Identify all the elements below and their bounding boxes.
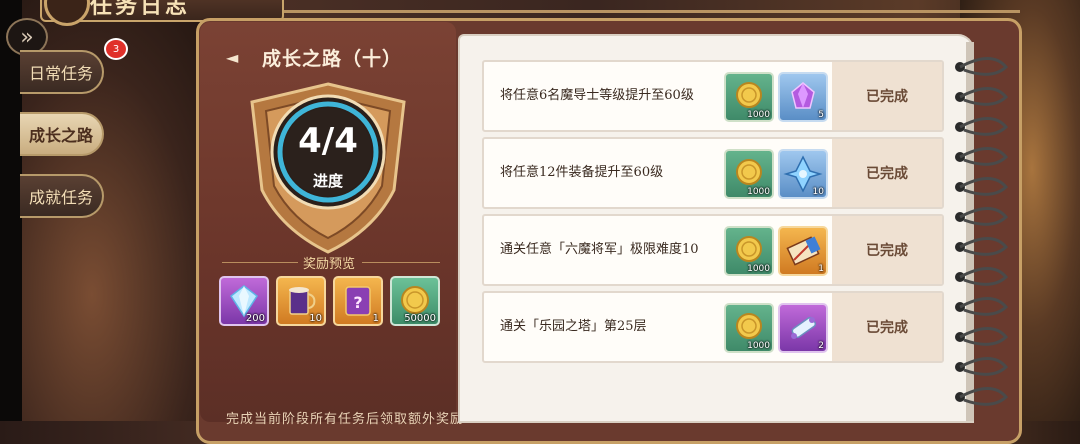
reward-count: 1 bbox=[372, 313, 379, 324]
task-reward-item[interactable]: 1000 bbox=[724, 226, 774, 276]
task-row: 将任意12件装备提升至60级 1000 10 已完成 bbox=[482, 137, 944, 209]
reward-count: 1 bbox=[818, 264, 824, 274]
binder-ring-icon bbox=[955, 387, 1009, 406]
reward-count: 5 bbox=[818, 110, 824, 120]
task-reward-item[interactable]: 1000 bbox=[724, 303, 774, 353]
task-status: 已完成 bbox=[832, 139, 942, 207]
reward-count: 10 bbox=[309, 313, 322, 324]
tab-label: 成就任务 bbox=[28, 188, 93, 207]
progress-label: 进度 bbox=[312, 172, 343, 190]
reward-count: 10 bbox=[812, 187, 824, 197]
task-description: 将任意6名魔导士等级提升至60级 bbox=[500, 88, 694, 103]
task-description: 将任意12件装备提升至60级 bbox=[500, 165, 664, 180]
footer-hint: 完成当前阶段所有任务后领取额外奖励 bbox=[226, 412, 465, 427]
task-status: 已完成 bbox=[832, 216, 942, 284]
task-reward-item[interactable]: 5 bbox=[778, 72, 828, 122]
progress-shield bbox=[250, 82, 406, 254]
reward-count: 1000 bbox=[747, 264, 770, 274]
back-arrow-icon[interactable]: ◄ bbox=[226, 48, 238, 67]
binder-ring-icon bbox=[955, 117, 1009, 136]
reward-item[interactable]: 50000 bbox=[390, 276, 440, 326]
tab-growth-road[interactable]: 成长之路 bbox=[20, 112, 104, 156]
tab-daily-tasks[interactable]: 日常任务 bbox=[20, 50, 104, 94]
task-row: 通关「乐园之塔」第25层 1000 2 已完成 bbox=[482, 291, 944, 363]
binder-ring-icon bbox=[955, 297, 1009, 316]
screen-edge bbox=[0, 0, 22, 421]
reward-count: 50000 bbox=[404, 313, 436, 324]
task-reward-item[interactable]: 2 bbox=[778, 303, 828, 353]
tab-label: 成长之路 bbox=[28, 126, 93, 145]
reward-count: 2 bbox=[818, 341, 824, 351]
binder-ring-icon bbox=[955, 177, 1009, 196]
divider bbox=[222, 262, 298, 263]
reward-count: 1000 bbox=[747, 187, 770, 197]
stage-title: 成长之路（十） bbox=[262, 48, 403, 70]
task-reward-item[interactable]: 1000 bbox=[724, 72, 774, 122]
binder-ring-icon bbox=[955, 57, 1009, 76]
binder-ring-icon bbox=[955, 147, 1009, 166]
reward-item[interactable]: 200 bbox=[219, 276, 269, 326]
binder-ring-icon bbox=[955, 267, 1009, 286]
page-title: 任务日志 bbox=[90, 0, 191, 19]
reward-count: 200 bbox=[245, 313, 265, 324]
tab-label: 日常任务 bbox=[28, 64, 93, 83]
divider bbox=[362, 262, 440, 263]
reward-item[interactable]: 10 bbox=[276, 276, 326, 326]
binder-ring-icon bbox=[955, 87, 1009, 106]
binder-ring-icon bbox=[955, 207, 1009, 226]
reward-count: 1000 bbox=[747, 341, 770, 351]
rewards-title: 奖励预览 bbox=[302, 257, 355, 272]
tab-achievements[interactable]: 成就任务 bbox=[20, 174, 104, 218]
binder-ring-icon bbox=[955, 237, 1009, 256]
task-description: 通关「乐园之塔」第25层 bbox=[500, 319, 647, 334]
progress-value: 4/4 bbox=[298, 121, 358, 161]
task-row: 通关任意「六魔将军」极限难度10 1000 1 已完成 bbox=[482, 214, 944, 286]
task-description: 通关任意「六魔将军」极限难度10 bbox=[500, 242, 699, 257]
task-reward-item[interactable]: 1000 bbox=[724, 149, 774, 199]
task-reward-item[interactable]: 1 bbox=[778, 226, 828, 276]
binder-ring-icon bbox=[955, 327, 1009, 346]
task-row: 将任意6名魔导士等级提升至60级 1000 5 已完成 bbox=[482, 60, 944, 132]
task-status: 已完成 bbox=[832, 293, 942, 361]
task-status: 已完成 bbox=[832, 62, 942, 130]
svg-text:?: ? bbox=[353, 293, 362, 312]
reward-count: 1000 bbox=[747, 110, 770, 120]
reward-item[interactable]: ? 1 bbox=[333, 276, 383, 326]
notification-badge: 3 bbox=[104, 38, 128, 60]
header-divider bbox=[260, 10, 1020, 13]
task-reward-item[interactable]: 10 bbox=[778, 149, 828, 199]
binder-ring-icon bbox=[955, 357, 1009, 376]
double-chevron-right-icon: » bbox=[20, 24, 34, 50]
